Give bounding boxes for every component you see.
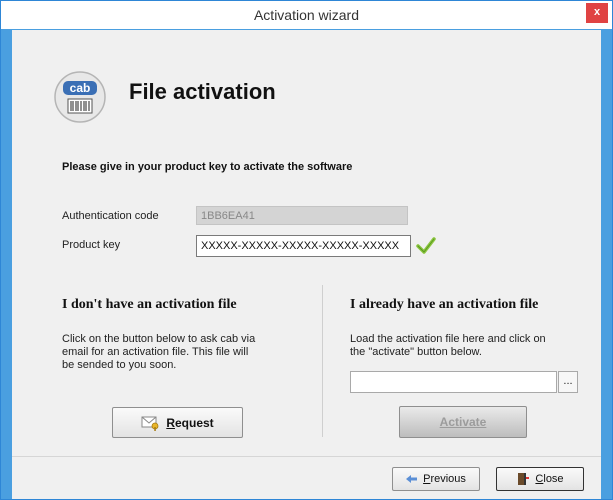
email-key-icon: [141, 416, 159, 431]
request-label: equest: [174, 415, 214, 430]
auth-code-field: [196, 206, 408, 225]
activate-button[interactable]: Activate: [399, 406, 527, 438]
section-divider: [322, 285, 323, 437]
footer-separator: [12, 456, 601, 457]
previous-button[interactable]: Previous: [392, 467, 480, 491]
instruction-text: Please give in your product key to activ…: [62, 161, 353, 173]
have-file-section-title: I already have an activation file: [350, 297, 539, 312]
browse-file-button[interactable]: ...: [558, 371, 578, 393]
activation-wizard-window: Activation wizard x cab File activation …: [0, 0, 613, 500]
no-file-desc-line-3: be sended to you soon.: [62, 359, 177, 371]
activation-file-input[interactable]: [350, 371, 557, 393]
close-button[interactable]: Close: [496, 467, 584, 491]
cab-logo-text: cab: [70, 81, 91, 95]
have-file-desc-line-1: Load the activation file here and click …: [350, 333, 546, 345]
no-file-section-title: I don't have an activation file: [62, 297, 237, 312]
close-accel: C: [535, 473, 544, 485]
cab-logo-icon: cab: [54, 71, 106, 123]
arrow-left-icon: [406, 475, 418, 483]
window-close-button[interactable]: x: [586, 3, 608, 23]
page-title: File activation: [129, 79, 276, 104]
no-file-desc-line-1: Click on the button below to ask cab via: [62, 333, 256, 345]
door-exit-icon: [518, 473, 530, 485]
previous-label: revious: [430, 473, 466, 485]
product-key-label: Product key: [62, 239, 121, 251]
close-label: lose: [543, 473, 564, 485]
window-title: Activation wizard: [253, 7, 360, 23]
product-key-input[interactable]: [196, 235, 411, 257]
previous-accel: P: [423, 473, 431, 485]
title-bar: Activation wizard x: [1, 1, 612, 29]
auth-code-label: Authentication code: [62, 210, 159, 222]
valid-check-icon: [416, 237, 436, 254]
have-file-desc-line-2: the "activate" button below.: [350, 346, 482, 358]
request-accel: R: [166, 415, 175, 430]
request-button[interactable]: Request: [112, 407, 243, 438]
no-file-desc-line-2: email for an activation file. This file …: [62, 346, 249, 358]
